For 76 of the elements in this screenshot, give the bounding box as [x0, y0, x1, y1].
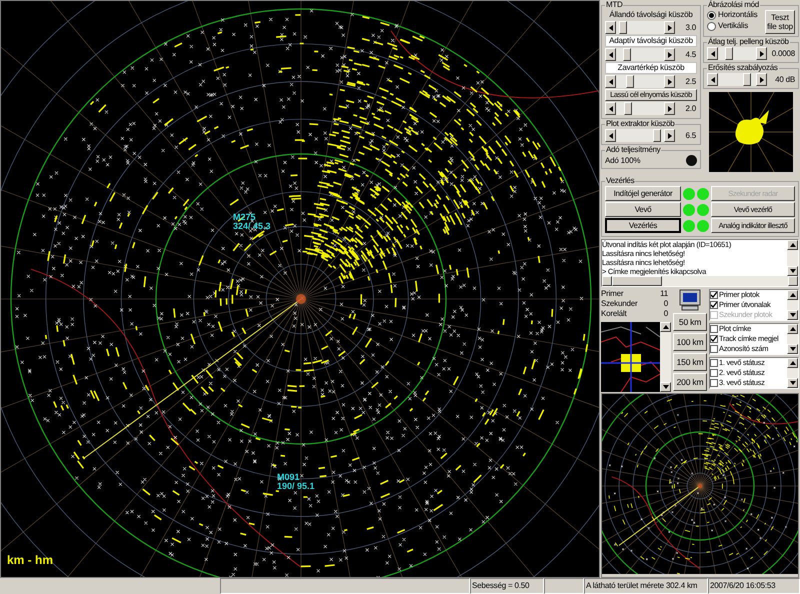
- track-id: M091: [277, 473, 301, 482]
- up-arrow-icon[interactable]: [790, 361, 796, 365]
- down-arrow-icon[interactable]: [790, 381, 796, 385]
- slider[interactable]: [718, 73, 756, 86]
- slider-thumb[interactable]: [624, 102, 632, 115]
- slider-thumb[interactable]: [622, 48, 631, 61]
- slider-value: 3.0: [685, 22, 697, 32]
- radio-label: Horizontális: [718, 10, 758, 20]
- range-button[interactable]: 150 km: [673, 353, 707, 371]
- slider[interactable]: [616, 75, 664, 88]
- slider-thumb[interactable]: [619, 21, 628, 34]
- radio-label: Vertikális: [718, 21, 748, 31]
- down-arrow-icon[interactable]: [790, 313, 796, 317]
- scrollbar[interactable]: [787, 240, 798, 276]
- datetime-status: 2007/6/20 16:05:53: [708, 578, 800, 594]
- scrollbar[interactable]: [787, 358, 798, 388]
- count-value: 0: [664, 309, 668, 319]
- count-label: Primer: [601, 289, 624, 299]
- count-value: 11: [660, 289, 668, 299]
- slider-value: 40 dB: [775, 74, 795, 84]
- slider[interactable]: [718, 47, 756, 60]
- down-arrow-icon[interactable]: [790, 269, 796, 273]
- group-title: MTD: [605, 0, 624, 10]
- slider[interactable]: [616, 102, 664, 115]
- slider-label: Zavartérkép küszöb: [605, 62, 697, 74]
- speed-status: Sebesség = 0.50: [470, 578, 544, 594]
- slider[interactable]: [616, 21, 664, 34]
- range-button[interactable]: 50 km: [673, 313, 707, 331]
- group-title: Ábrázolási mód: [707, 0, 760, 10]
- group-title: Adó teljesítmény: [605, 145, 662, 155]
- control-button[interactable]: Vezérlés: [605, 218, 681, 233]
- unit-label: km - hm: [7, 552, 54, 569]
- scrollbar[interactable]: [787, 324, 798, 354]
- slider-label: Adaptív távolsági küszöb: [605, 35, 697, 47]
- control-button[interactable]: Indítójel generátor: [605, 186, 681, 201]
- count-label: Szekunder: [601, 299, 638, 309]
- scrollbar[interactable]: [660, 322, 671, 392]
- up-arrow-icon[interactable]: [790, 327, 796, 331]
- slider[interactable]: [616, 129, 664, 142]
- slider-value: 0.0008: [772, 48, 795, 58]
- control-button[interactable]: Vevő: [605, 202, 681, 217]
- slider-thumb[interactable]: [742, 73, 750, 86]
- checkmark-icon: [711, 336, 717, 342]
- slider-thumb[interactable]: [626, 75, 634, 88]
- slider-value: 4.5: [685, 50, 697, 60]
- monitor-icon[interactable]: [679, 289, 701, 311]
- area-status: A látható terület mérete 302.4 km: [584, 578, 708, 594]
- up-arrow-icon[interactable]: [662, 325, 668, 329]
- slider-value: 2.0: [685, 104, 697, 114]
- group-title: Erősítés szabályozás: [707, 63, 779, 73]
- slider-thumb[interactable]: [652, 129, 661, 142]
- slider-label: Állandó távolsági küszöb: [608, 10, 694, 20]
- slider[interactable]: [616, 48, 664, 61]
- slider-thumb[interactable]: [725, 47, 734, 60]
- up-arrow-icon[interactable]: [790, 293, 796, 297]
- up-arrow-icon[interactable]: [790, 243, 796, 247]
- slider-value: 6.5: [685, 130, 697, 140]
- count-label: Korelált: [601, 309, 627, 319]
- horizontal-scrollbar[interactable]: [602, 276, 798, 286]
- group-title: Átlag telj. pelleng küszöb: [707, 37, 790, 47]
- count-value: 0: [664, 299, 668, 309]
- track-reading: 324/ 45.3: [233, 222, 271, 231]
- test-file-button[interactable]: Teszt file stop: [765, 10, 795, 34]
- track-id: M275: [233, 213, 257, 222]
- range-button[interactable]: 200 km: [673, 373, 707, 391]
- radio-button[interactable]: [707, 22, 716, 30]
- group-title: Plot extraktor küszöb: [605, 119, 676, 129]
- radio-button[interactable]: [707, 10, 716, 20]
- group-title: Vezérlés: [605, 176, 636, 186]
- track-reading: 190/ 95.1: [277, 482, 315, 491]
- range-button[interactable]: 100 km: [673, 333, 707, 351]
- scrollbar[interactable]: [787, 290, 798, 320]
- slider-value: 2.5: [685, 76, 697, 86]
- down-arrow-icon[interactable]: [790, 347, 796, 351]
- transmitter-label: Adó 100%: [605, 156, 640, 166]
- down-arrow-icon[interactable]: [662, 385, 668, 389]
